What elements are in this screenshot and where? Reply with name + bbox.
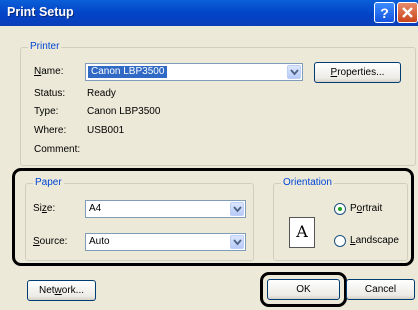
question-icon: ?: [380, 5, 389, 21]
close-icon: [402, 7, 413, 18]
dropdown-arrow[interactable]: [287, 65, 301, 79]
network-button[interactable]: Network...: [27, 280, 96, 301]
portrait-radio[interactable]: [334, 203, 346, 215]
size-label: Size:: [33, 203, 56, 214]
orientation-preview-icon: A: [289, 217, 315, 248]
paper-source-select[interactable]: Auto: [85, 233, 246, 251]
close-button[interactable]: [397, 2, 418, 23]
type-value: Canon LBP3500: [87, 106, 161, 117]
landscape-label[interactable]: Landscape: [350, 235, 399, 247]
orientation-legend: Orientation: [281, 177, 334, 189]
where-value: USB001: [87, 125, 125, 136]
properties-button[interactable]: Properties...: [314, 62, 401, 83]
dropdown-arrow[interactable]: [230, 235, 244, 249]
printer-name-select[interactable]: Canon LBP3500: [85, 63, 303, 81]
paper-source-value: Auto: [89, 236, 110, 247]
svg-text:?: ?: [380, 5, 389, 21]
radio-selected-dot: [338, 207, 342, 211]
cancel-button[interactable]: Cancel: [346, 279, 415, 300]
chevron-down-icon: [233, 239, 242, 246]
print-setup-dialog: Print Setup ? Printer Name: Canon LBP350…: [0, 0, 418, 310]
comment-label: Comment:: [34, 144, 81, 155]
source-label: Source:: [33, 236, 68, 247]
chevron-down-icon: [233, 206, 242, 213]
printer-name-value: Canon LBP3500: [88, 66, 168, 78]
paper-size-value: A4: [89, 203, 102, 214]
paper-size-select[interactable]: A4: [85, 200, 246, 218]
status-label: Status:: [34, 88, 66, 99]
paper-legend: Paper: [33, 177, 64, 189]
portrait-label[interactable]: Portrait: [350, 203, 382, 215]
landscape-radio[interactable]: [334, 235, 346, 247]
help-button[interactable]: ?: [374, 2, 395, 23]
ok-button[interactable]: OK: [267, 279, 340, 300]
status-value: Ready: [87, 88, 116, 99]
chevron-down-icon: [290, 69, 299, 76]
name-label: Name:: [34, 66, 64, 77]
where-label: Where:: [34, 125, 67, 136]
printer-legend: Printer: [28, 41, 62, 53]
dropdown-arrow[interactable]: [230, 202, 244, 216]
type-label: Type:: [34, 106, 59, 117]
window-title: Print Setup: [7, 5, 74, 19]
title-bar[interactable]: Print Setup ?: [0, 0, 418, 26]
